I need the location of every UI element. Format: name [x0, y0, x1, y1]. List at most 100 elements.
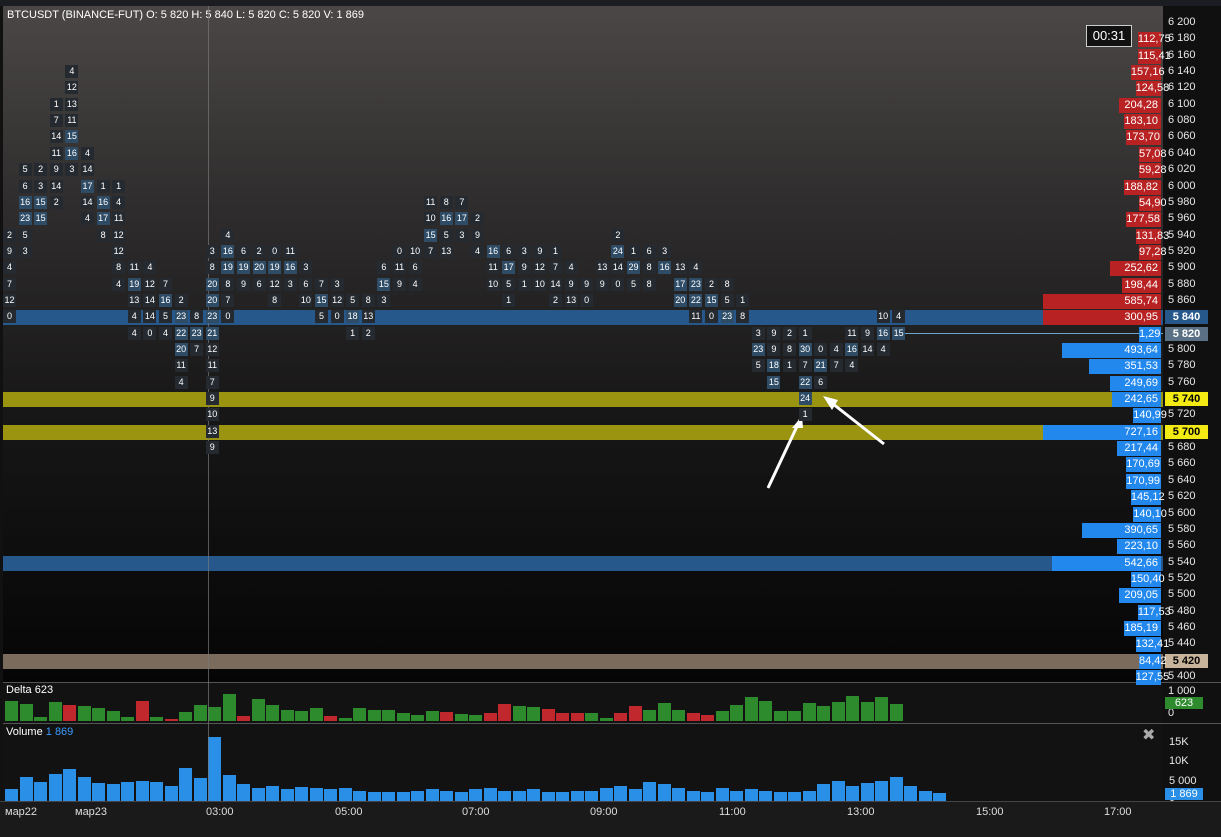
footprint-cell: 16: [221, 244, 235, 258]
footprint-cell: 6: [377, 261, 391, 275]
volume-profile-bar: 300,95: [1043, 310, 1161, 326]
footprint-cell: 11: [205, 359, 219, 373]
delta-bar: [92, 707, 105, 721]
footprint-cell: 11: [486, 261, 500, 275]
footprint-cell: 15: [65, 130, 79, 144]
footprint-cell: 29: [627, 261, 640, 275]
volume-profile-bar: 157,16: [1130, 65, 1165, 81]
footprint-cell: 10: [205, 408, 219, 422]
delta-bar: [411, 714, 424, 721]
close-panel-icon[interactable]: ✖: [1142, 725, 1155, 745]
volume-bar: [527, 789, 540, 801]
footprint-cell: 3: [658, 244, 672, 258]
volume-profile-bar: 585,74: [1043, 293, 1161, 309]
delta-panel[interactable]: Delta 623: [3, 682, 1163, 723]
footprint-cell: 4: [221, 228, 235, 242]
footprint-cell: 7: [49, 114, 63, 128]
volume-profile-bar: 223,10: [1117, 539, 1161, 555]
footprint-cell: 10: [424, 212, 438, 226]
delta-bar: [628, 705, 642, 721]
footprint-cell: 3: [330, 277, 344, 291]
delta-bar: [121, 716, 134, 721]
price-tick-label: 5 520: [1168, 571, 1196, 584]
footprint-cell: 8: [112, 261, 126, 275]
volume-bar: [150, 781, 163, 801]
volume-bar: [802, 790, 816, 801]
volume-bar: [309, 788, 323, 801]
footprint-cell: 9: [471, 228, 484, 242]
footprint-cell: 15: [892, 326, 906, 340]
footprint-cell: 0: [611, 277, 625, 291]
delta-axis-label: 1 000: [1168, 685, 1196, 697]
volume-profile-bar: 217,44: [1117, 441, 1161, 457]
footprint-cell: 6: [299, 277, 313, 291]
volume-bar: [5, 789, 18, 801]
bar-countdown-timer: 00:31: [1086, 25, 1132, 47]
volume-profile-bar: 351,53: [1089, 359, 1161, 375]
footprint-cell: 12: [143, 277, 157, 291]
volume-profile-bar: 390,65: [1082, 522, 1161, 538]
footprint-cell: 12: [112, 244, 126, 258]
price-tick-label: 5 860: [1168, 293, 1196, 306]
footprint-cell: 8: [221, 277, 235, 291]
footprint-cell: 17: [455, 212, 469, 226]
delta-bar: [498, 704, 511, 721]
level-label-5700: 5 700: [1165, 424, 1208, 439]
footprint-cell: 4: [127, 326, 141, 340]
footprint-cell: 11: [112, 212, 126, 226]
price-tick-label: 6 000: [1168, 179, 1196, 192]
delta-bar: [817, 706, 830, 721]
volume-bar: [933, 793, 946, 801]
volume-profile-bar: 150,40: [1130, 571, 1165, 587]
delta-bar: [34, 716, 47, 721]
volume-bar: [164, 785, 178, 801]
footprint-cell: 9: [237, 277, 250, 291]
footprint-cell: 2: [705, 277, 718, 291]
footprint-cell: 12: [533, 261, 547, 275]
volume-profile-bar: 183,10: [1123, 114, 1161, 130]
level-label-5740: 5 740: [1165, 392, 1208, 407]
volume-bar: [222, 775, 236, 801]
volume-panel[interactable]: Volume 1 869: [3, 723, 1163, 802]
volume-bar: [193, 777, 207, 801]
footprint-cell: 11: [49, 146, 63, 160]
volume-node-band-5540: [3, 555, 1163, 571]
volume-bar: [657, 784, 671, 801]
footprint-cell: 4: [174, 375, 188, 389]
delta-bar: [831, 701, 845, 721]
volume-profile-bar: 242,65: [1112, 392, 1161, 408]
footprint-cell: 5: [439, 228, 453, 242]
footprint-cell: 3: [18, 244, 32, 258]
footprint-cell: 12: [112, 228, 126, 242]
footprint-cell: 18: [346, 310, 360, 324]
delta-bar: [585, 713, 598, 721]
time-axis[interactable]: мар22 мар23 03:00 05:00 07:00 09:00 11:00 13:00…: [0, 801, 1221, 837]
volume-bar: [715, 788, 729, 801]
footprint-cell: 13: [595, 261, 609, 275]
price-tick-label: 5 880: [1168, 277, 1196, 290]
low-label-5420: 5 420: [1165, 653, 1208, 668]
delta-bar: [19, 703, 33, 721]
volume-profile-bar: 493,64: [1061, 343, 1161, 358]
footprint-cell: 1: [517, 277, 531, 291]
volume-profile-bar: 131,83: [1135, 228, 1170, 244]
footprint-cell: 15: [377, 277, 391, 291]
footprint-cell: 4: [81, 146, 94, 160]
footprint-cell: 5: [346, 293, 360, 307]
volume-profile-bar: 132,41: [1135, 637, 1170, 653]
footprint-cell: 8: [736, 310, 750, 324]
volume-profile-bar: 170,69: [1126, 457, 1161, 473]
price-tick-label: 5 800: [1168, 343, 1196, 355]
price-tick-label: 5 580: [1168, 522, 1196, 535]
footprint-cell: 0: [3, 310, 16, 324]
volume-profile-bar: 727,16: [1043, 424, 1161, 440]
footprint-cell: 3: [299, 261, 313, 275]
footprint-cell: 2: [49, 195, 63, 209]
delta-bar: [614, 712, 627, 721]
footprint-cell: 4: [564, 261, 578, 275]
volume-bar: [454, 792, 468, 801]
volume-axis: 15K10K5 00001 869: [1163, 723, 1221, 804]
footprint-cell: 15: [767, 375, 781, 389]
footprint-cell: 20: [205, 277, 219, 291]
footprint-cell: 8: [190, 310, 204, 324]
